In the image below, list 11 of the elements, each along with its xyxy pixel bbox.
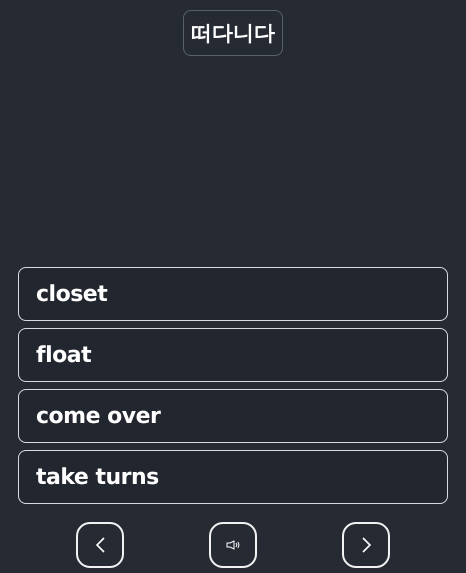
chevron-left-icon	[96, 537, 104, 553]
answer-option[interactable]: take turns	[18, 450, 448, 504]
answer-option[interactable]: come over	[18, 389, 448, 443]
audio-button[interactable]	[209, 522, 257, 568]
chevron-right-icon	[362, 537, 370, 553]
next-button[interactable]	[342, 522, 390, 568]
vocabulary-word: 떠다니다	[183, 10, 283, 56]
answer-option[interactable]: closet	[18, 267, 448, 321]
previous-button[interactable]	[76, 522, 124, 568]
answer-option[interactable]: float	[18, 328, 448, 382]
speaker-icon	[226, 540, 240, 550]
